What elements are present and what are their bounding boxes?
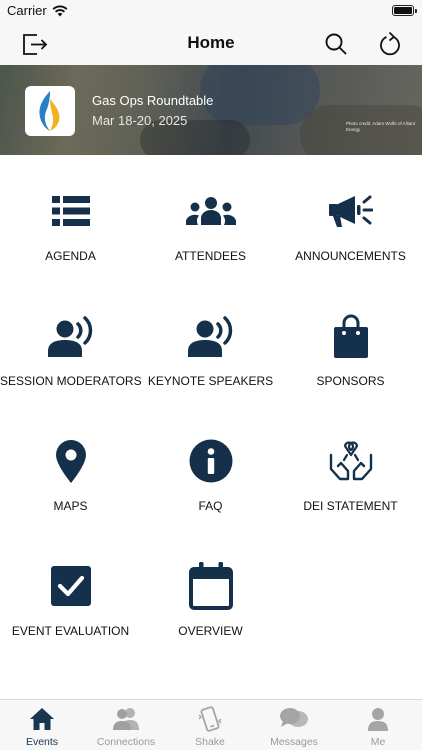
refresh-button[interactable] — [374, 28, 406, 60]
tab-messages[interactable]: Messages — [252, 700, 336, 750]
people-icon — [84, 706, 168, 732]
tab-bar: Events Connections Shake Messages Me — [0, 699, 422, 750]
carrier-label: Carrier — [7, 3, 47, 18]
tile-faq[interactable]: FAQ — [140, 420, 281, 530]
tile-overview[interactable]: OVERVIEW — [140, 545, 281, 655]
tile-label: MAPS — [53, 499, 88, 513]
tile-label: ATTENDEES — [174, 249, 247, 263]
search-button[interactable] — [320, 28, 352, 60]
flame-icon — [39, 91, 60, 131]
info-icon — [140, 438, 281, 484]
tab-label: Events — [25, 736, 59, 748]
event-banner[interactable]: Gas Ops Roundtable Mar 18-20, 2025 Photo… — [0, 65, 422, 155]
tile-label: ANNOUNCEMENTS — [295, 249, 406, 263]
speaker-icon — [140, 313, 281, 359]
shopping-bag-icon — [280, 313, 421, 359]
map-pin-icon — [0, 438, 141, 484]
tab-label: Shake — [195, 736, 225, 748]
event-dates: Mar 18-20, 2025 — [92, 113, 188, 128]
tile-announcements[interactable]: ANNOUNCEMENTS — [280, 170, 421, 280]
tile-label: EVENT EVALUATION — [11, 624, 130, 638]
tile-sponsors[interactable]: SPONSORS — [280, 295, 421, 405]
tile-event-evaluation[interactable]: EVENT EVALUATION — [0, 545, 141, 655]
tile-label: OVERVIEW — [178, 624, 243, 638]
tile-label: SESSION MODERATORS — [0, 374, 142, 388]
tile-dei-statement[interactable]: DEI STATEMENT — [280, 420, 421, 530]
event-logo — [25, 86, 75, 136]
checkbox-icon — [0, 563, 141, 609]
tile-maps[interactable]: MAPS — [0, 420, 141, 530]
tile-label: FAQ — [198, 499, 223, 513]
page-title: Home — [187, 33, 235, 52]
photo-credit: Photo credit: Adam Wolfe of Alliant Ener… — [346, 121, 415, 132]
tab-label: Connections — [96, 736, 156, 748]
tab-me[interactable]: Me — [336, 700, 420, 750]
battery-icon — [392, 5, 417, 16]
chat-bubbles-icon — [252, 706, 336, 732]
home-icon — [0, 706, 84, 732]
tab-connections[interactable]: Connections — [84, 700, 168, 750]
tile-label: SPONSORS — [316, 374, 385, 388]
tile-label: AGENDA — [45, 249, 96, 263]
person-icon — [336, 706, 420, 732]
tile-agenda[interactable]: AGENDA — [0, 170, 141, 280]
tab-label: Messages — [270, 736, 318, 748]
tab-label: Me — [370, 736, 386, 748]
tab-shake[interactable]: Shake — [168, 700, 252, 750]
tile-keynote-speakers[interactable]: KEYNOTE SPEAKERS — [140, 295, 281, 405]
shake-phone-icon — [168, 706, 252, 732]
tab-events[interactable]: Events — [0, 700, 84, 750]
users-icon — [140, 188, 281, 234]
speaker-icon — [0, 313, 141, 359]
tile-attendees[interactable]: ATTENDEES — [140, 170, 281, 280]
calendar-icon — [140, 562, 281, 610]
status-bar: Carrier — [0, 0, 422, 22]
tile-session-moderators[interactable]: SESSION MODERATORS — [0, 295, 142, 405]
list-icon — [0, 188, 141, 234]
hands-ribbon-icon — [280, 438, 421, 484]
wifi-icon — [52, 4, 68, 22]
tile-label: DEI STATEMENT — [303, 499, 398, 513]
navigation-bar: Home — [0, 22, 422, 65]
megaphone-icon — [280, 188, 421, 234]
event-name: Gas Ops Roundtable — [92, 93, 214, 108]
search-icon — [325, 33, 347, 55]
tile-label: KEYNOTE SPEAKERS — [147, 374, 274, 388]
refresh-icon — [380, 31, 400, 56]
